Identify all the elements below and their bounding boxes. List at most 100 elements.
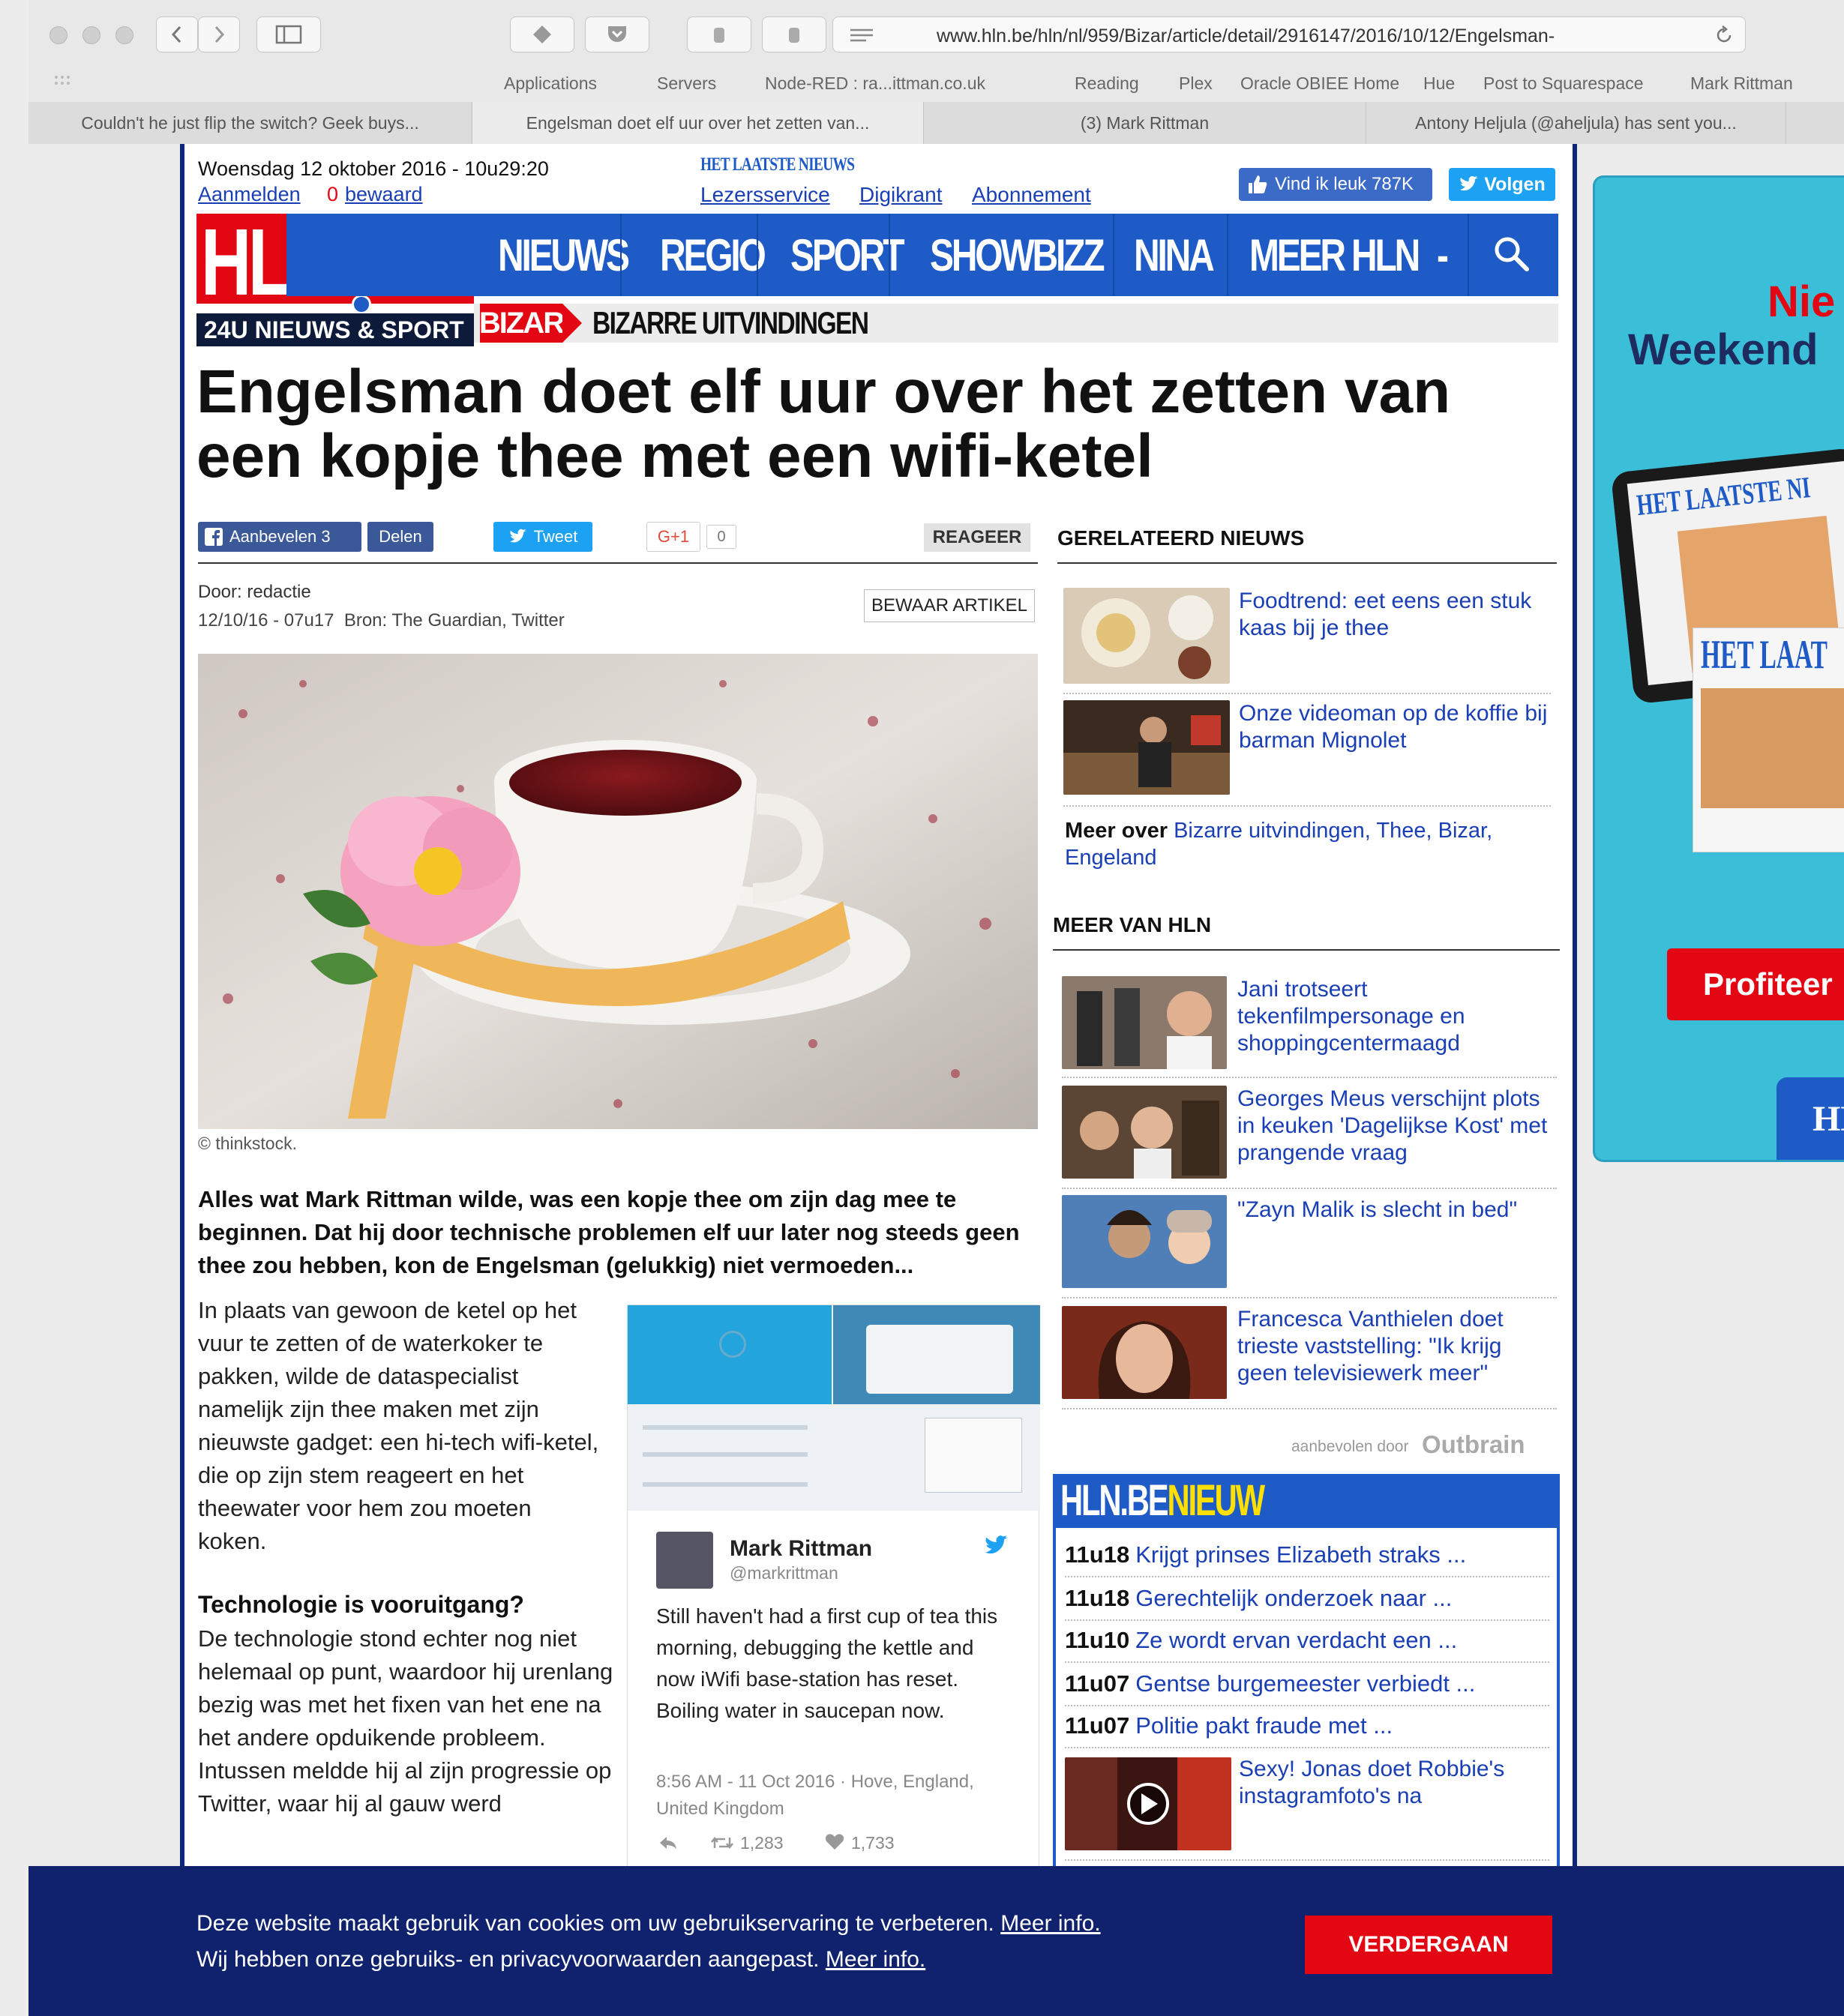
react-button[interactable]: REAGEER [924, 523, 1030, 552]
reply-icon[interactable] [658, 1835, 679, 1851]
news-item-5[interactable]: 11u07 Politie pakt fraude met ... [1065, 1712, 1393, 1739]
bookmark-squarespace[interactable]: Post to Squarespace [1483, 73, 1644, 94]
tweet-button[interactable]: Tweet [493, 522, 592, 552]
cookie-accept-button[interactable]: VERDERGAAN [1305, 1916, 1552, 1974]
nav-meer-hln[interactable]: MEER HLN [1249, 214, 1420, 296]
advertisement[interactable]: Nie Weekend HET LAATSTE NI HET LAAT Prof… [1593, 175, 1844, 1162]
tweet-timestamp[interactable]: 8:56 AM - 11 Oct 2016 · Hove, England, U… [656, 1769, 1016, 1823]
bookmark-servers[interactable]: Servers [657, 73, 716, 94]
section-tag[interactable]: BIZAR [479, 304, 565, 343]
extension-button-2[interactable] [687, 16, 751, 52]
bookmark-applications[interactable]: Applications [504, 73, 597, 94]
news-item-3[interactable]: 11u10 Ze wordt ervan verdacht een ... [1065, 1627, 1457, 1654]
minimize-window-button[interactable] [82, 26, 100, 44]
more-link-1[interactable]: Jani trotseert tekenfilmpersonage en sho… [1237, 976, 1552, 1057]
facebook-recommend-button[interactable]: Aanbevelen 3 [198, 522, 361, 552]
section-sub[interactable]: BIZARRE UITVINDINGEN [592, 304, 869, 343]
nav-showbizz[interactable]: SHOWBIZZ [930, 214, 1105, 296]
tweet-author-name[interactable]: Mark Rittman [730, 1536, 872, 1562]
video-link[interactable]: Sexy! Jonas doet Robbie's instagramfoto'… [1239, 1756, 1549, 1810]
tweet-avatar[interactable] [656, 1532, 713, 1589]
abonnement-link[interactable]: Abonnement [972, 183, 1091, 207]
nav-sport[interactable]: SPORT [790, 214, 905, 296]
more-thumb-francesca[interactable] [1062, 1306, 1227, 1399]
save-article-button[interactable]: BEWAAR ARTIKEL [864, 589, 1035, 622]
facebook-icon [205, 528, 223, 546]
more-thumb-georges[interactable] [1062, 1086, 1227, 1179]
outbrain-logo[interactable]: Outbrain [1422, 1430, 1525, 1459]
google-plus-button[interactable]: G+1 [646, 522, 700, 552]
more-link-4[interactable]: Francesca Vanthielen doet trieste vastst… [1237, 1306, 1552, 1387]
news-item-2[interactable]: 11u18 Gerechtelijk onderzoek naar ... [1065, 1585, 1452, 1612]
cookie-more-info-2[interactable]: Meer info. [826, 1947, 925, 1972]
pocket-button[interactable] [585, 16, 649, 52]
back-button[interactable] [156, 16, 198, 52]
ad-cta-button[interactable]: Profiteer [1667, 948, 1844, 1020]
forward-button[interactable] [198, 16, 240, 52]
extension-button-1[interactable] [510, 16, 574, 52]
news-text: Gentse burgemeester verbiedt ... [1135, 1670, 1476, 1697]
more-link-2[interactable]: Georges Meus verschijnt plots in keuken … [1237, 1086, 1552, 1167]
facebook-like-button[interactable]: Vind ik leuk 787K [1239, 168, 1432, 201]
recommend-label: Aanbevelen 3 [229, 527, 331, 546]
section-tag-arrow [562, 304, 582, 343]
tweet-media[interactable] [628, 1305, 1040, 1511]
tab-active[interactable]: Engelsman doet elf uur over het zetten v… [472, 102, 924, 144]
heart-icon[interactable] [824, 1833, 845, 1851]
more-link-3[interactable]: "Zayn Malik is slecht in bed" [1237, 1197, 1552, 1224]
cookie-more-info-1[interactable]: Meer info. [1000, 1911, 1100, 1936]
bookmark-node-red[interactable]: Node-RED : ra...ittman.co.uk [765, 73, 985, 94]
bookmark-mark-rittman[interactable]: Mark Rittman [1690, 73, 1793, 94]
nav-dropdown-toggle[interactable]: - [1437, 214, 1449, 296]
embedded-tweet[interactable]: Mark Rittman @markrittman Still haven't … [627, 1305, 1040, 1867]
hand-icon [714, 28, 724, 43]
tag-bizarre-uitvindingen[interactable]: Bizarre uitvindingen [1174, 819, 1365, 843]
related-link-1[interactable]: Foodtrend: eet eens een stuk kaas bij je… [1239, 588, 1546, 642]
sidebar-toggle-button[interactable] [256, 16, 321, 52]
news-item-4[interactable]: 11u07 Gentse burgemeester verbiedt ... [1065, 1670, 1475, 1697]
hln-brand-logo: HET LAATSTE NIEUWS [700, 154, 855, 175]
tag-engeland[interactable]: Engeland [1065, 846, 1157, 870]
related-link-2[interactable]: Onze videoman op de koffie bij barman Mi… [1239, 700, 1554, 754]
bookmark-plex[interactable]: Plex [1179, 73, 1213, 94]
tab-4[interactable]: Antony Heljula (@aheljula) has sent you.… [1366, 102, 1786, 144]
tab-3[interactable]: (3) Mark Rittman [924, 102, 1366, 144]
related-thumb-barman[interactable] [1063, 700, 1230, 795]
main-nav-items: NIEUWS REGIO SPORT SHOWBIZZ NINA MEER HL… [286, 214, 1558, 296]
digikrant-link[interactable]: Digikrant [859, 183, 942, 207]
news-item-1[interactable]: 11u18 Krijgt prinses Elizabeth straks ... [1065, 1541, 1466, 1568]
related-thumb-cheese[interactable] [1063, 588, 1230, 684]
bookmark-reading[interactable]: Reading [1075, 73, 1139, 94]
tab-1[interactable]: Couldn't he just flip the switch? Geek b… [28, 102, 472, 144]
video-thumb[interactable] [1065, 1757, 1231, 1850]
search-icon[interactable] [1492, 235, 1531, 274]
retweet-icon[interactable] [710, 1835, 734, 1851]
apps-grid-icon[interactable] [52, 73, 78, 91]
nav-nina[interactable]: NINA [1134, 214, 1215, 296]
reader-icon[interactable] [848, 26, 875, 44]
login-link[interactable]: Aanmelden [198, 183, 301, 206]
bookmark-obiee[interactable]: Oracle OBIEE Home [1240, 73, 1399, 94]
saved-link[interactable]: bewaard [345, 183, 423, 206]
news-text: Ze wordt ervan verdacht een ... [1135, 1627, 1458, 1653]
tweet-author-handle[interactable]: @markrittman [730, 1563, 838, 1583]
lezersservice-link[interactable]: Lezersservice [700, 183, 830, 207]
hln-nieuw-title-b: NIEUW [1167, 1476, 1265, 1525]
nav-nieuws[interactable]: NIEUWS [498, 214, 630, 296]
nav-regio[interactable]: REGIO [660, 214, 766, 296]
reload-icon[interactable] [1714, 25, 1735, 46]
twitter-follow-button[interactable]: Volgen [1449, 168, 1555, 201]
tag-bizar[interactable]: Bizar [1438, 819, 1486, 843]
facebook-share-button[interactable]: Delen [367, 522, 433, 552]
article-paragraph-1: In plaats van gewoon de ketel op het vuu… [198, 1297, 599, 1554]
more-thumb-jani[interactable] [1062, 976, 1227, 1069]
tag-thee[interactable]: Thee [1376, 819, 1426, 843]
zoom-window-button[interactable] [115, 26, 133, 44]
bookmark-hue[interactable]: Hue [1423, 73, 1455, 94]
more-thumb-zayn[interactable] [1062, 1195, 1227, 1288]
extension-button-3[interactable] [762, 16, 826, 52]
address-bar[interactable]: www.hln.be/hln/nl/959/Bizar/article/deta… [832, 16, 1746, 52]
logo-dot [352, 295, 371, 314]
article-paragraph-2: De technologie stond echter nog niet hel… [198, 1625, 613, 1817]
close-window-button[interactable] [49, 26, 67, 44]
